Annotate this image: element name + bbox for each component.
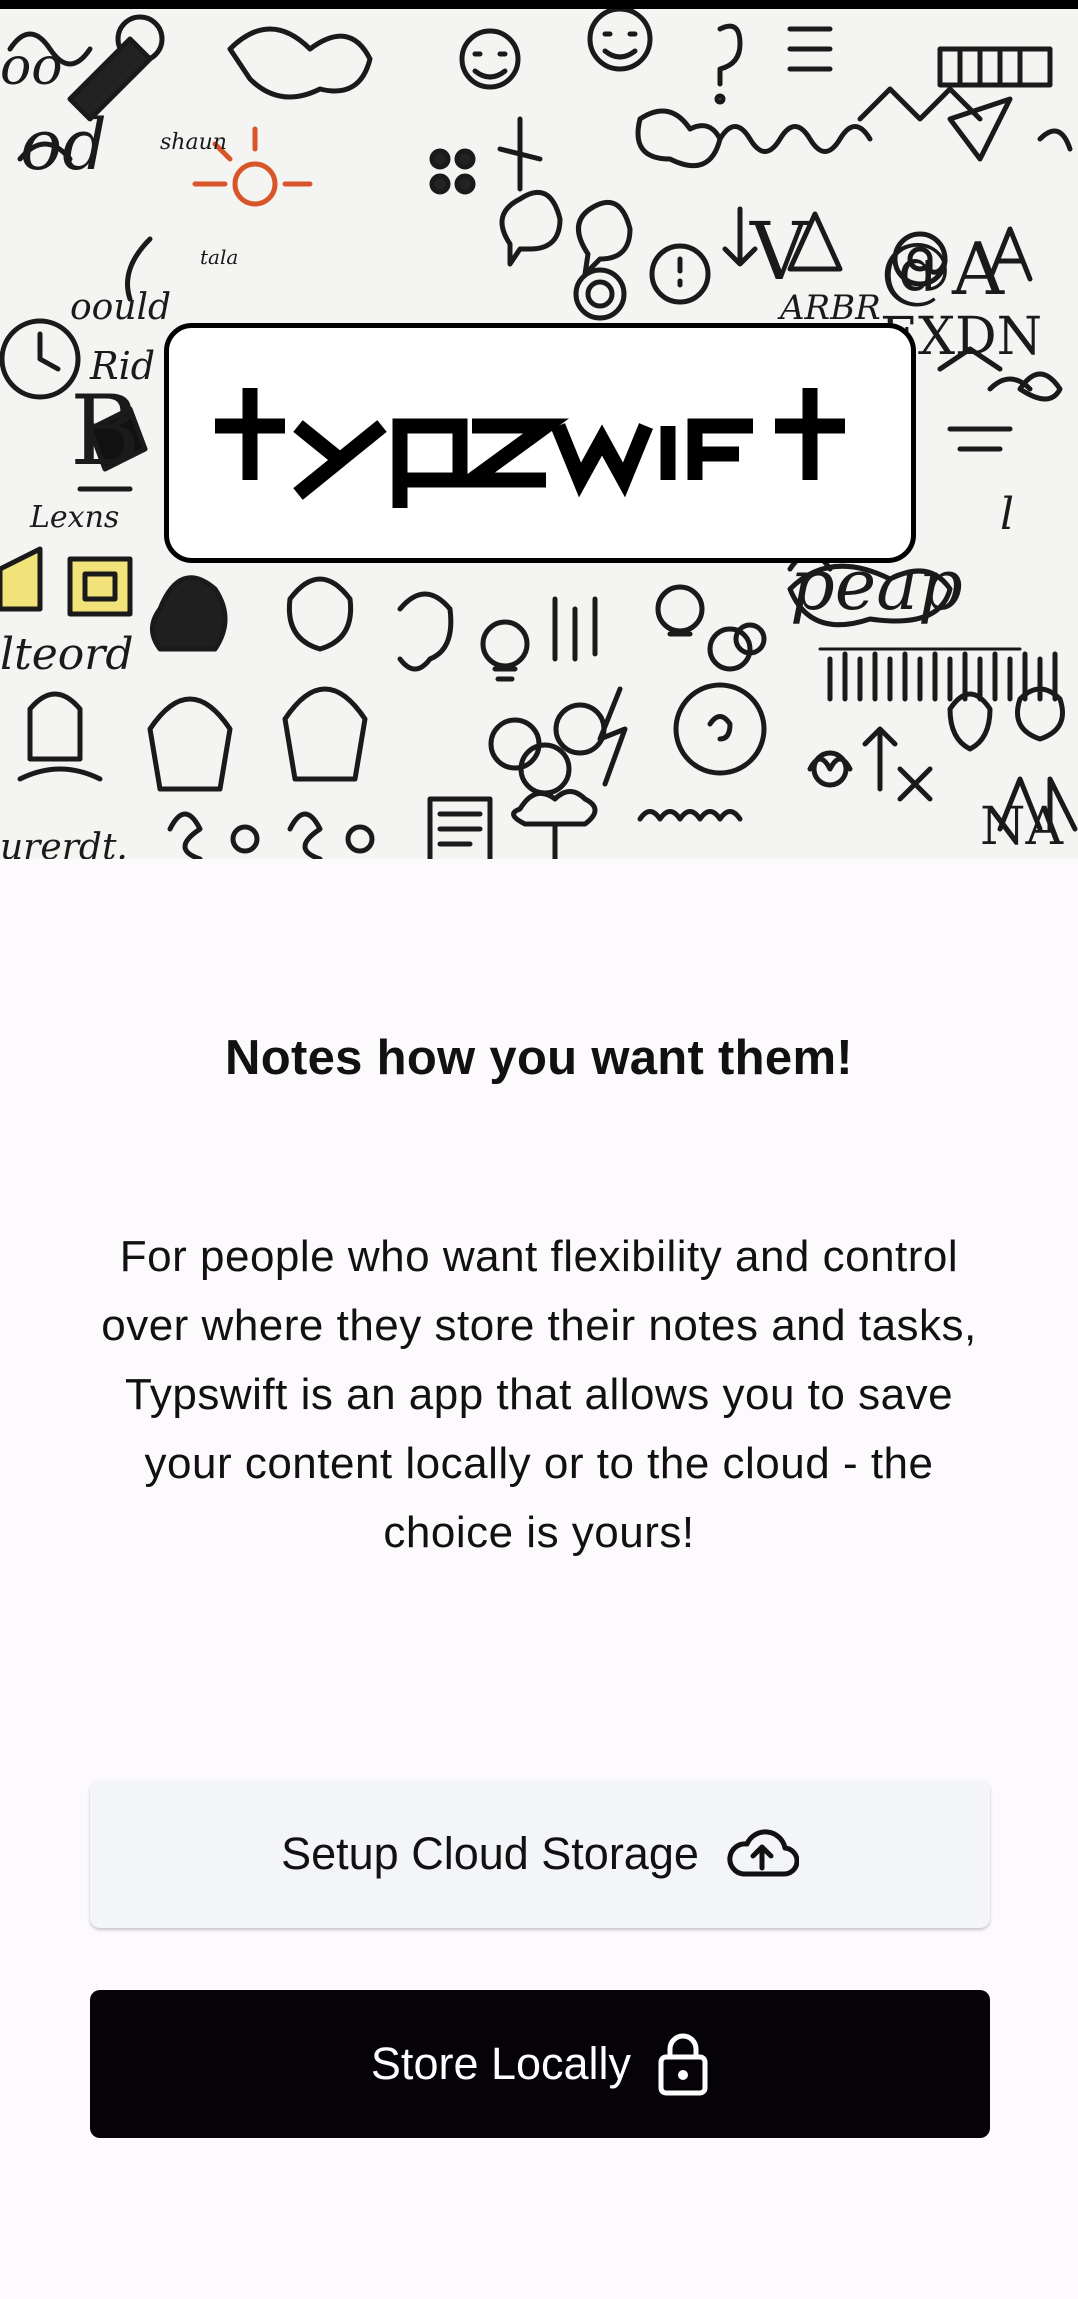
setup-cloud-storage-label: Setup Cloud Storage xyxy=(281,1828,699,1879)
svg-text:oo: oo xyxy=(0,37,63,97)
svg-text:urerdt.: urerdt. xyxy=(0,827,128,859)
svg-text:V: V xyxy=(749,205,809,298)
lock-icon xyxy=(658,2033,708,2096)
page-headline: Notes how you want them! xyxy=(225,1031,853,1085)
setup-cloud-storage-button[interactable]: Setup Cloud Storage xyxy=(90,1780,990,1928)
svg-text:@A: @A xyxy=(880,227,1005,311)
svg-text:B: B xyxy=(70,375,141,487)
svg-text:tala: tala xyxy=(200,245,238,269)
store-locally-label: Store Locally xyxy=(370,2038,632,2089)
svg-text:od: od xyxy=(20,104,107,186)
welcome-screen: oo od oould Rid Lexns lteord urerdt. sha… xyxy=(0,0,1078,2299)
hero-doodle-banner: oo od oould Rid Lexns lteord urerdt. sha… xyxy=(0,9,1078,859)
store-locally-button[interactable]: Store Locally xyxy=(90,1990,990,2138)
logo-wordmark-icon xyxy=(215,388,845,508)
svg-text:NA: NA xyxy=(980,797,1065,857)
svg-text:shaun: shaun xyxy=(160,130,227,155)
status-bar-strip xyxy=(0,0,1078,9)
svg-text:Lexns: Lexns xyxy=(29,500,119,535)
cloud-upload-icon xyxy=(727,1829,799,1877)
svg-text:l: l xyxy=(1000,489,1014,540)
app-description: For people who want flexibility and cont… xyxy=(101,1232,977,1557)
app-logo: typswift xyxy=(164,323,916,563)
svg-text:oould: oould xyxy=(70,287,171,328)
svg-text:lteord: lteord xyxy=(0,629,133,680)
